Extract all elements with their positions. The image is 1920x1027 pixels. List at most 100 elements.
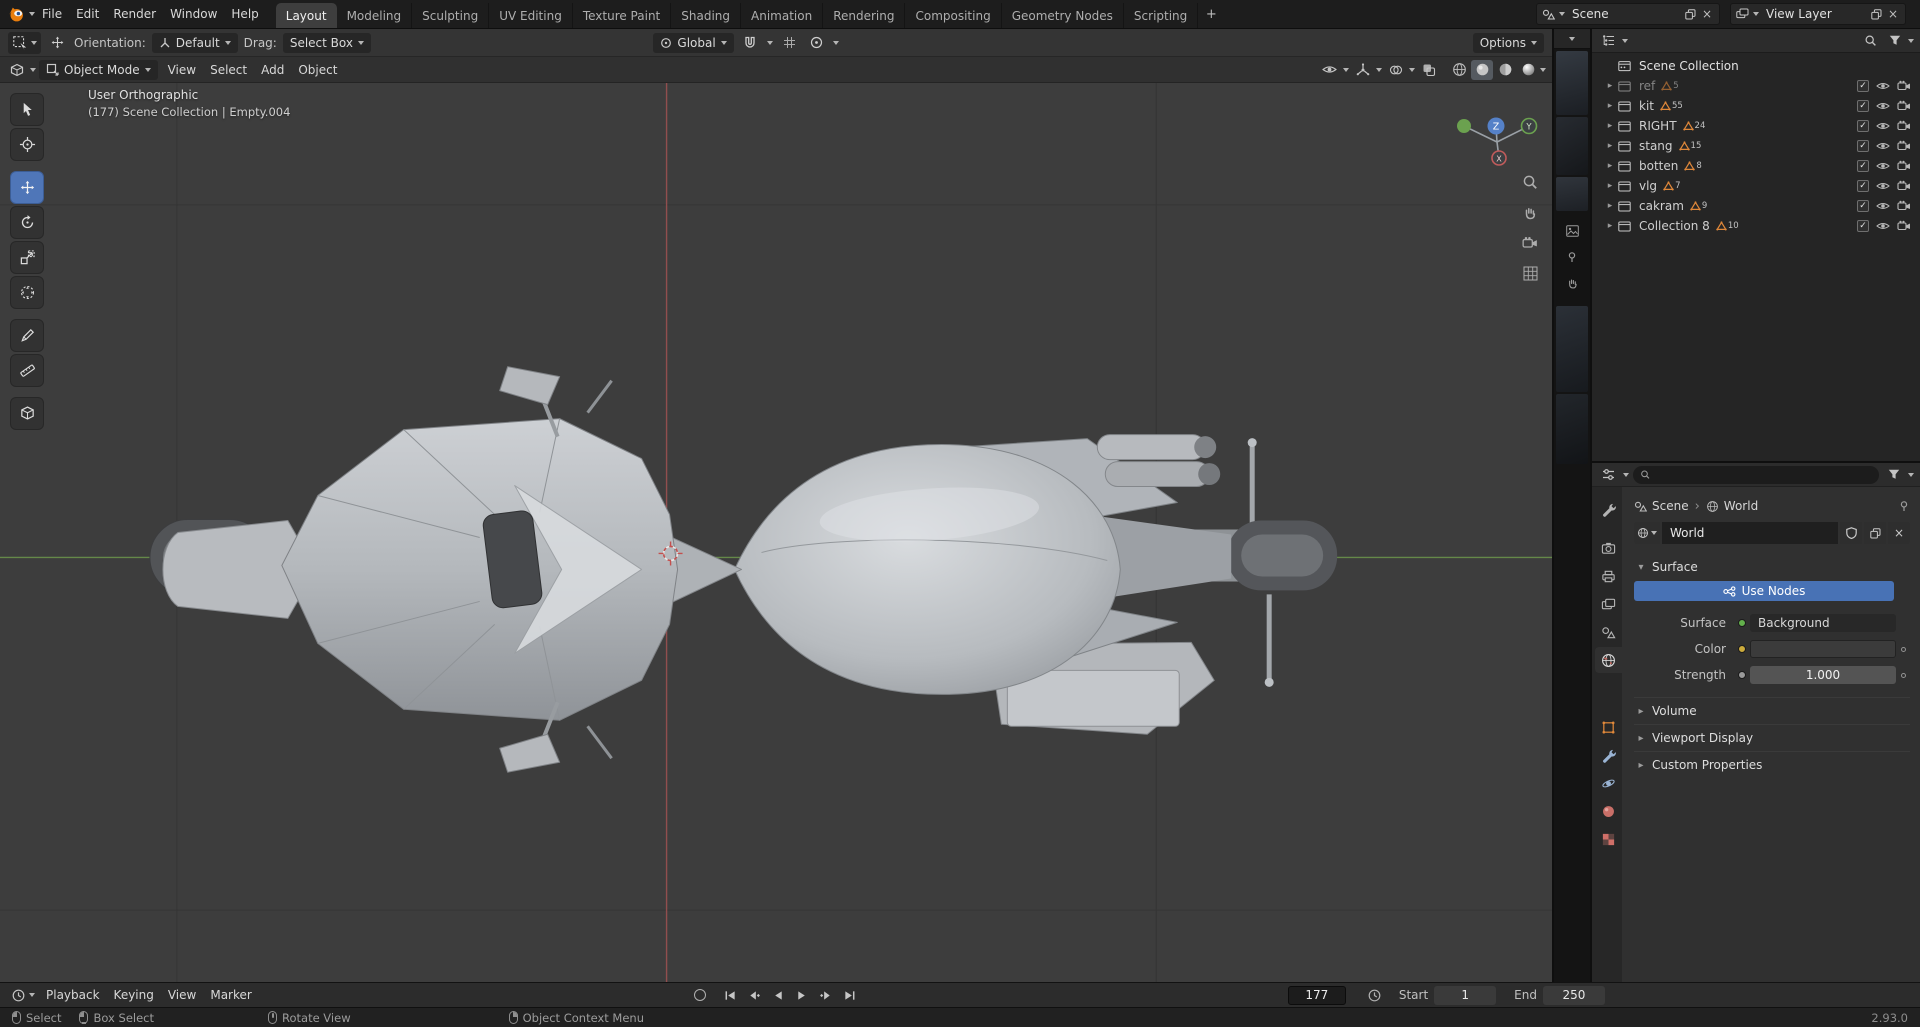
outliner-row[interactable]: ▸ kit 55 ✓ [1592,96,1920,116]
timeline-editor-chevron-icon[interactable] [29,993,35,997]
jump-to-start-button[interactable] [720,986,740,1004]
move-gizmo-icon[interactable] [47,33,68,53]
outliner-mode-chevron-icon[interactable] [1622,38,1628,43]
duplicate-datablock-icon[interactable] [1864,522,1886,544]
overlays-toggle-icon[interactable] [1385,60,1406,80]
disclosure-triangle-icon[interactable]: ▸ [1602,161,1618,171]
remove-view-layer-icon[interactable]: × [1886,7,1900,21]
viewport-menu-item[interactable]: Object [291,59,344,81]
outliner-row[interactable]: ▸ botten 8 ✓ [1592,156,1920,176]
disclosure-triangle-icon[interactable]: ▸ [1602,101,1618,111]
hide-viewport-eye-icon[interactable] [1876,99,1890,113]
outliner-row[interactable]: ▸ RIGHT 24 ✓ [1592,116,1920,136]
collapsed-section-header[interactable]: ▸ Volume [1634,697,1910,724]
reference-image-thumbnail[interactable] [1556,394,1588,464]
scene-browse-chevron-icon[interactable] [1559,12,1565,16]
collapsed-editor-strip[interactable] [1554,29,1592,982]
tab-material-icon[interactable] [1595,798,1622,824]
workspace-tab[interactable]: Scripting [1124,3,1199,28]
new-view-layer-icon[interactable] [1871,8,1882,20]
disclosure-triangle-icon[interactable]: ▸ [1602,141,1618,151]
disclosure-triangle-icon[interactable]: ▸ [1602,221,1618,231]
hide-viewport-eye-icon[interactable] [1876,79,1890,93]
toggle-ortho-grid-icon[interactable] [1523,266,1538,281]
tab-modifiers-icon[interactable] [1595,742,1622,768]
move-tool-button[interactable] [10,171,44,204]
snap-magnet-icon[interactable] [740,33,761,53]
proportional-editing-icon[interactable] [806,33,827,53]
reference-image-thumbnail[interactable] [1556,306,1588,392]
timeline-editor-icon[interactable] [8,985,29,1005]
disclosure-triangle-icon[interactable]: ▸ [1602,181,1618,191]
menu-item[interactable]: Edit [69,3,106,25]
menu-item[interactable]: Window [163,3,224,25]
hide-viewport-eye-icon[interactable] [1876,139,1890,153]
navigation-gizmo[interactable]: Z Y X [1446,109,1546,179]
tab-scene-icon[interactable] [1595,619,1622,645]
end-frame-field[interactable]: 250 [1542,985,1605,1005]
wireframe-shading-icon[interactable] [1448,60,1470,80]
drag-dropdown[interactable]: Select Box [282,32,371,53]
outliner-row[interactable]: ▸ ref 5 ✓ [1592,76,1920,96]
disable-render-camera-icon[interactable] [1897,99,1911,113]
properties-filter-icon[interactable] [1883,465,1904,485]
strip-chevron-icon[interactable] [1569,36,1575,41]
snap-increment-icon[interactable] [779,33,800,53]
material-preview-shading-icon[interactable] [1494,60,1516,80]
timeline-menu-item[interactable]: View [161,984,203,1006]
disable-render-camera-icon[interactable] [1897,79,1911,93]
disable-render-camera-icon[interactable] [1897,219,1911,233]
surface-section-header[interactable]: ▾ Surface [1634,555,1910,579]
properties-filter-chevron-icon[interactable] [1908,472,1914,477]
next-keyframe-button[interactable] [816,986,836,1004]
viewport-menu-item[interactable]: Add [254,59,291,81]
strength-field[interactable]: 1.000 [1750,666,1896,684]
solid-shading-icon[interactable] [1471,59,1493,80]
pan-hand-icon[interactable] [1522,205,1538,221]
menu-item[interactable]: File [35,3,69,25]
workspace-tab[interactable]: Modeling [337,3,413,28]
reference-image-thumbnail[interactable] [1556,177,1588,211]
world-name-field[interactable]: World [1662,522,1838,544]
outliner-search-icon[interactable] [1860,31,1881,51]
play-reverse-button[interactable] [768,986,788,1004]
zoom-icon[interactable] [1522,174,1538,190]
hide-viewport-eye-icon[interactable] [1876,119,1890,133]
unlink-scene-icon[interactable]: × [1700,7,1714,21]
hide-viewport-eye-icon[interactable] [1876,179,1890,193]
view-layer-selector[interactable]: View Layer × [1730,3,1906,25]
select-box-tool-button[interactable] [10,93,44,126]
reference-image-thumbnail[interactable] [1556,51,1588,115]
hide-viewport-eye-icon[interactable] [1876,159,1890,173]
outliner-row[interactable]: ▸ cakram 9 ✓ [1592,196,1920,216]
outliner-row[interactable]: ▸ vlg 7 ✓ [1592,176,1920,196]
timeline-menu-item[interactable]: Playback [39,984,107,1006]
play-button[interactable] [792,986,812,1004]
exclude-checkbox[interactable]: ✓ [1857,180,1869,192]
add-cube-tool-button[interactable] [10,397,44,430]
properties-search-input[interactable] [1655,467,1872,482]
tab-tool-icon[interactable] [1595,496,1622,522]
camera-view-icon[interactable] [1522,235,1538,251]
properties-editor-icon[interactable] [1598,465,1619,485]
editor-type-chevron-icon[interactable] [30,67,36,72]
hand-icon[interactable] [1566,277,1579,290]
tab-physics-icon[interactable] [1595,770,1622,796]
active-tool-button[interactable] [8,31,41,54]
shading-chevron-icon[interactable] [1540,67,1546,72]
options-dropdown[interactable]: Options [1472,32,1544,53]
workspace-tab[interactable]: Layout [275,3,337,28]
3d-scene[interactable] [0,83,1552,982]
world-browse-button[interactable] [1634,522,1660,544]
tab-world-icon[interactable] [1595,647,1622,673]
viewport-menu-item[interactable]: View [161,59,203,81]
disable-render-camera-icon[interactable] [1897,199,1911,213]
collapsed-section-header[interactable]: ▸ Custom Properties [1634,751,1910,778]
scene-selector[interactable]: Scene × [1536,3,1720,25]
viewport-canvas[interactable]: User Orthographic (177) Scene Collection… [0,83,1552,982]
transform-pivot-dropdown[interactable]: Global [653,32,734,53]
outliner-filter-chevron-icon[interactable] [1908,38,1914,43]
editor-type-icon[interactable] [6,60,27,80]
exclude-checkbox[interactable]: ✓ [1857,120,1869,132]
disclosure-triangle-icon[interactable]: ▸ [1602,201,1618,211]
